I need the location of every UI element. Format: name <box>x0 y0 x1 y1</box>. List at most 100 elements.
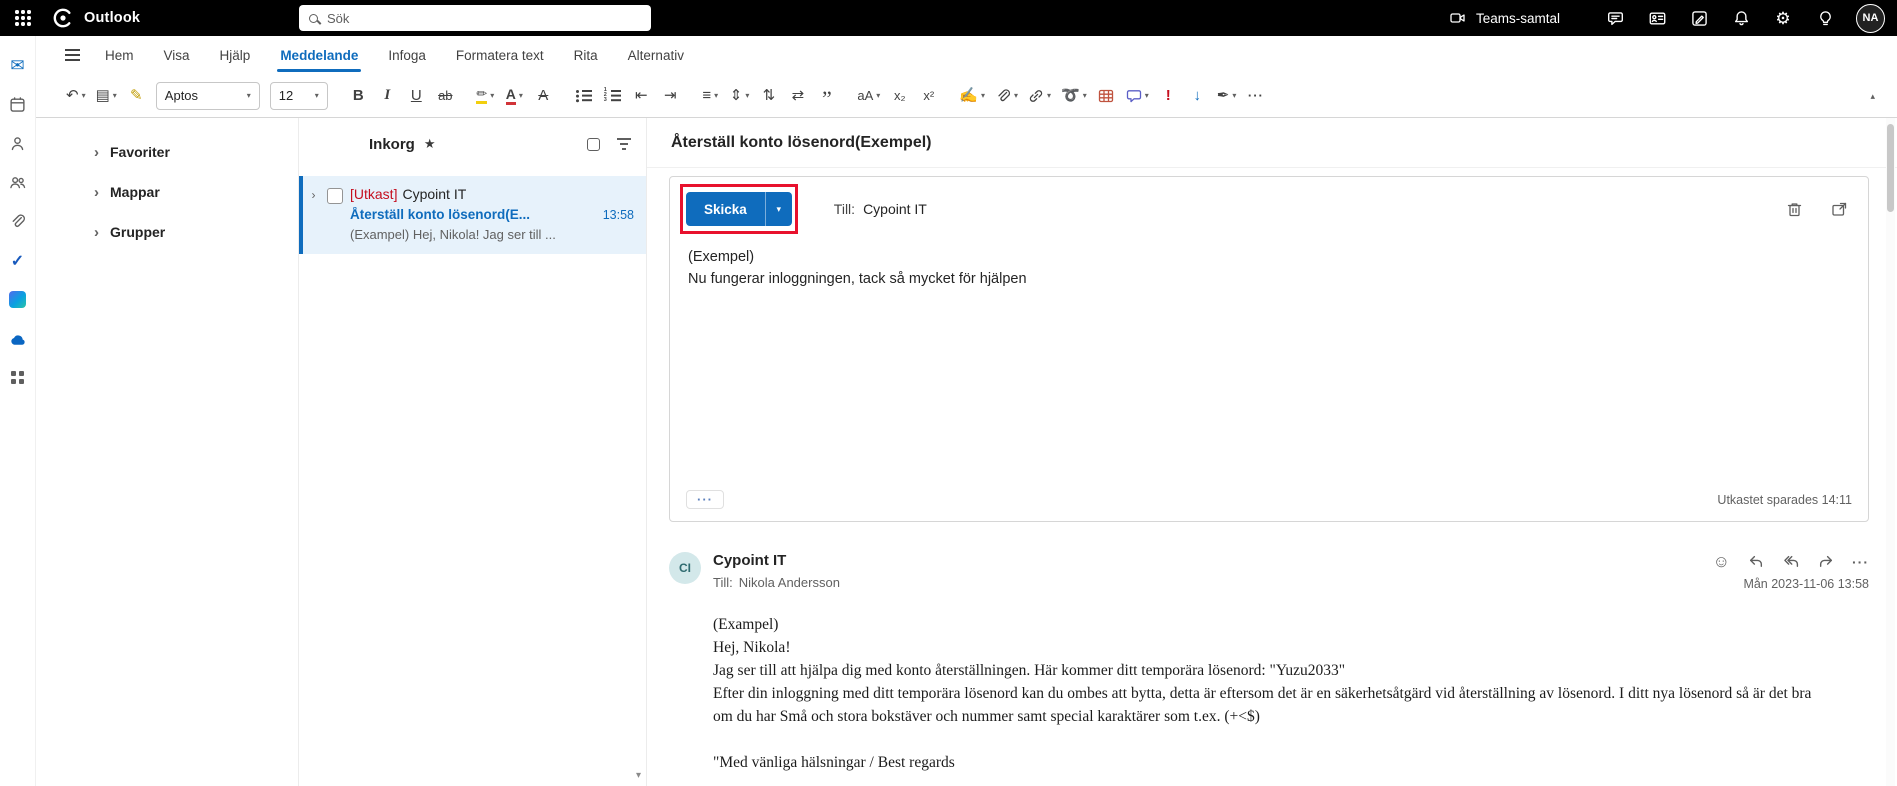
tab-rita[interactable]: Rita <box>559 36 613 74</box>
line-spacing-button[interactable]: ⇕ ▾ <box>726 81 754 111</box>
more-commands-button[interactable]: ··· <box>1242 81 1269 111</box>
send-button[interactable]: Skicka <box>686 192 765 226</box>
feedback-button[interactable] <box>1682 2 1716 34</box>
font-color-icon: A <box>505 87 516 105</box>
folder-grupper[interactable]: › Grupper <box>36 212 298 252</box>
folder-mappar[interactable]: › Mappar <box>36 172 298 212</box>
font-size-select[interactable]: 12 ▾ <box>269 81 328 110</box>
tab-infoga[interactable]: Infoga <box>373 36 441 74</box>
mail-item-checkbox[interactable] <box>327 188 343 204</box>
font-color-button[interactable]: A ▾ <box>501 81 528 111</box>
subscript-button[interactable]: x₂ <box>886 81 913 111</box>
strikethrough-icon: ab <box>438 88 453 103</box>
select-messages-icon[interactable] <box>587 137 600 151</box>
mail-list-item[interactable]: › [Utkast] Cypoint IT Återställ konto lö… <box>299 176 646 254</box>
expand-conversation-icon[interactable]: › <box>307 186 320 242</box>
tab-hem[interactable]: Hem <box>90 36 149 74</box>
bold-button[interactable]: B <box>345 81 372 111</box>
align-button[interactable]: ≡ ▾ <box>697 81 724 111</box>
contact-card-button[interactable] <box>1640 2 1674 34</box>
change-case-button[interactable]: aA ▾ <box>853 81 884 111</box>
to-value[interactable]: Cypoint IT <box>863 201 927 217</box>
decrease-indent-button[interactable]: ⇤ <box>628 81 655 111</box>
superscript-button[interactable]: x² <box>915 81 942 111</box>
rail-attachments[interactable] <box>0 202 36 241</box>
user-avatar[interactable]: NA <box>1856 3 1885 33</box>
chevron-down-icon: ▾ <box>518 91 523 100</box>
clear-formatting-button[interactable]: A <box>530 81 557 111</box>
tips-button[interactable] <box>1808 2 1842 34</box>
tab-formatera-text[interactable]: Formatera text <box>441 36 559 74</box>
high-importance-button[interactable]: ! <box>1155 81 1182 111</box>
rail-onedrive[interactable] <box>0 319 36 358</box>
rail-people[interactable] <box>0 124 36 163</box>
compose-body[interactable]: (Exempel) Nu fungerar inloggningen, tack… <box>670 230 1868 484</box>
low-importance-button[interactable]: ↓ <box>1184 81 1211 111</box>
rail-m365[interactable] <box>0 280 36 319</box>
original-recipient-row: Till: Nikola Andersson <box>713 575 840 590</box>
to-value: Nikola Andersson <box>738 575 840 590</box>
collapse-ribbon-button[interactable]: ▴ <box>1870 91 1881 101</box>
teams-call-button[interactable]: Teams-samtal <box>1449 10 1560 26</box>
increase-indent-button[interactable]: ⇥ <box>657 81 684 111</box>
discard-trash-icon[interactable] <box>1786 201 1803 218</box>
undo-button[interactable]: ↶ ▾ <box>62 81 90 111</box>
insert-table-button[interactable] <box>1093 81 1120 111</box>
reactions-smiley-icon[interactable]: ☺ <box>1713 552 1730 572</box>
reading-pane-scrollbar[interactable] <box>1886 118 1895 786</box>
reply-icon[interactable] <box>1747 554 1765 570</box>
tab-hjalp[interactable]: Hjälp <box>205 36 266 74</box>
mail-preview: (Exampel) Hej, Nikola! Jag ser till ... <box>350 227 556 242</box>
bulleted-list-button[interactable] <box>570 81 597 111</box>
reply-all-icon[interactable] <box>1782 554 1800 570</box>
sort-icon: ⇅ <box>762 87 776 104</box>
tab-visa[interactable]: Visa <box>149 36 205 74</box>
forward-icon[interactable] <box>1817 554 1835 570</box>
tab-alternativ[interactable]: Alternativ <box>613 36 699 74</box>
filter-icon[interactable] <box>617 138 631 150</box>
attach-file-button[interactable]: ▾ <box>991 81 1022 111</box>
send-options-button[interactable]: ▾ <box>764 192 792 226</box>
chat-button[interactable] <box>1598 2 1632 34</box>
selection-accent-bar <box>299 176 303 254</box>
rail-groups[interactable] <box>0 163 36 202</box>
tab-meddelande[interactable]: Meddelande <box>265 36 373 74</box>
search-input[interactable] <box>327 10 641 26</box>
sender-avatar[interactable]: CI <box>669 552 701 584</box>
text-highlight-button[interactable]: ✏ ▾ <box>472 81 499 111</box>
paste-button[interactable]: ▤ ▾ <box>92 81 121 111</box>
sort-button[interactable]: ⇅ <box>755 81 782 111</box>
scrollbar-thumb[interactable] <box>1887 124 1894 212</box>
compose-more-options-button[interactable]: ··· <box>686 490 724 509</box>
search-bar[interactable] <box>299 5 651 31</box>
list-scroll-down-icon[interactable]: ▾ <box>636 770 641 781</box>
numbered-list-button[interactable] <box>599 81 626 111</box>
comment-button[interactable]: ▾ <box>1122 81 1153 111</box>
settings-button[interactable]: ⚙ <box>1766 2 1800 34</box>
styles-button[interactable]: ✍ ▾ <box>955 81 989 111</box>
text-direction-button[interactable]: ⇄ <box>784 81 811 111</box>
draft-saved-status: Utkastet sparades 14:11 <box>1717 492 1852 507</box>
rail-mail[interactable]: ✉ <box>0 46 36 85</box>
folder-favoriter[interactable]: › Favoriter <box>36 132 298 172</box>
rail-todo[interactable]: ✓ <box>0 241 36 280</box>
brand[interactable]: Outlook <box>52 7 140 29</box>
open-in-new-window-icon[interactable] <box>1831 201 1848 218</box>
more-actions-icon[interactable]: ··· <box>1852 554 1869 570</box>
rail-more-apps[interactable] <box>0 358 36 397</box>
blockquote-button[interactable]: ” <box>813 81 840 111</box>
signature-button[interactable]: ✒ ▾ <box>1213 81 1241 111</box>
font-name-select[interactable]: Aptos ▾ <box>155 81 260 110</box>
drawing-loop-button[interactable]: ➰ ▾ <box>1057 81 1091 111</box>
rail-calendar[interactable] <box>0 85 36 124</box>
underline-icon: U <box>410 87 422 104</box>
notifications-button[interactable] <box>1724 2 1758 34</box>
folder-pane-toggle[interactable] <box>54 36 90 74</box>
italic-button[interactable]: I <box>374 81 401 111</box>
format-painter-button[interactable]: ✎ <box>123 81 150 111</box>
mail-item-text: [Utkast] Cypoint IT Återställ konto löse… <box>350 186 634 242</box>
insert-link-button[interactable]: ▾ <box>1024 81 1055 111</box>
strikethrough-button[interactable]: ab <box>432 81 459 111</box>
app-launcher-button[interactable] <box>0 0 46 36</box>
underline-button[interactable]: U <box>403 81 430 111</box>
